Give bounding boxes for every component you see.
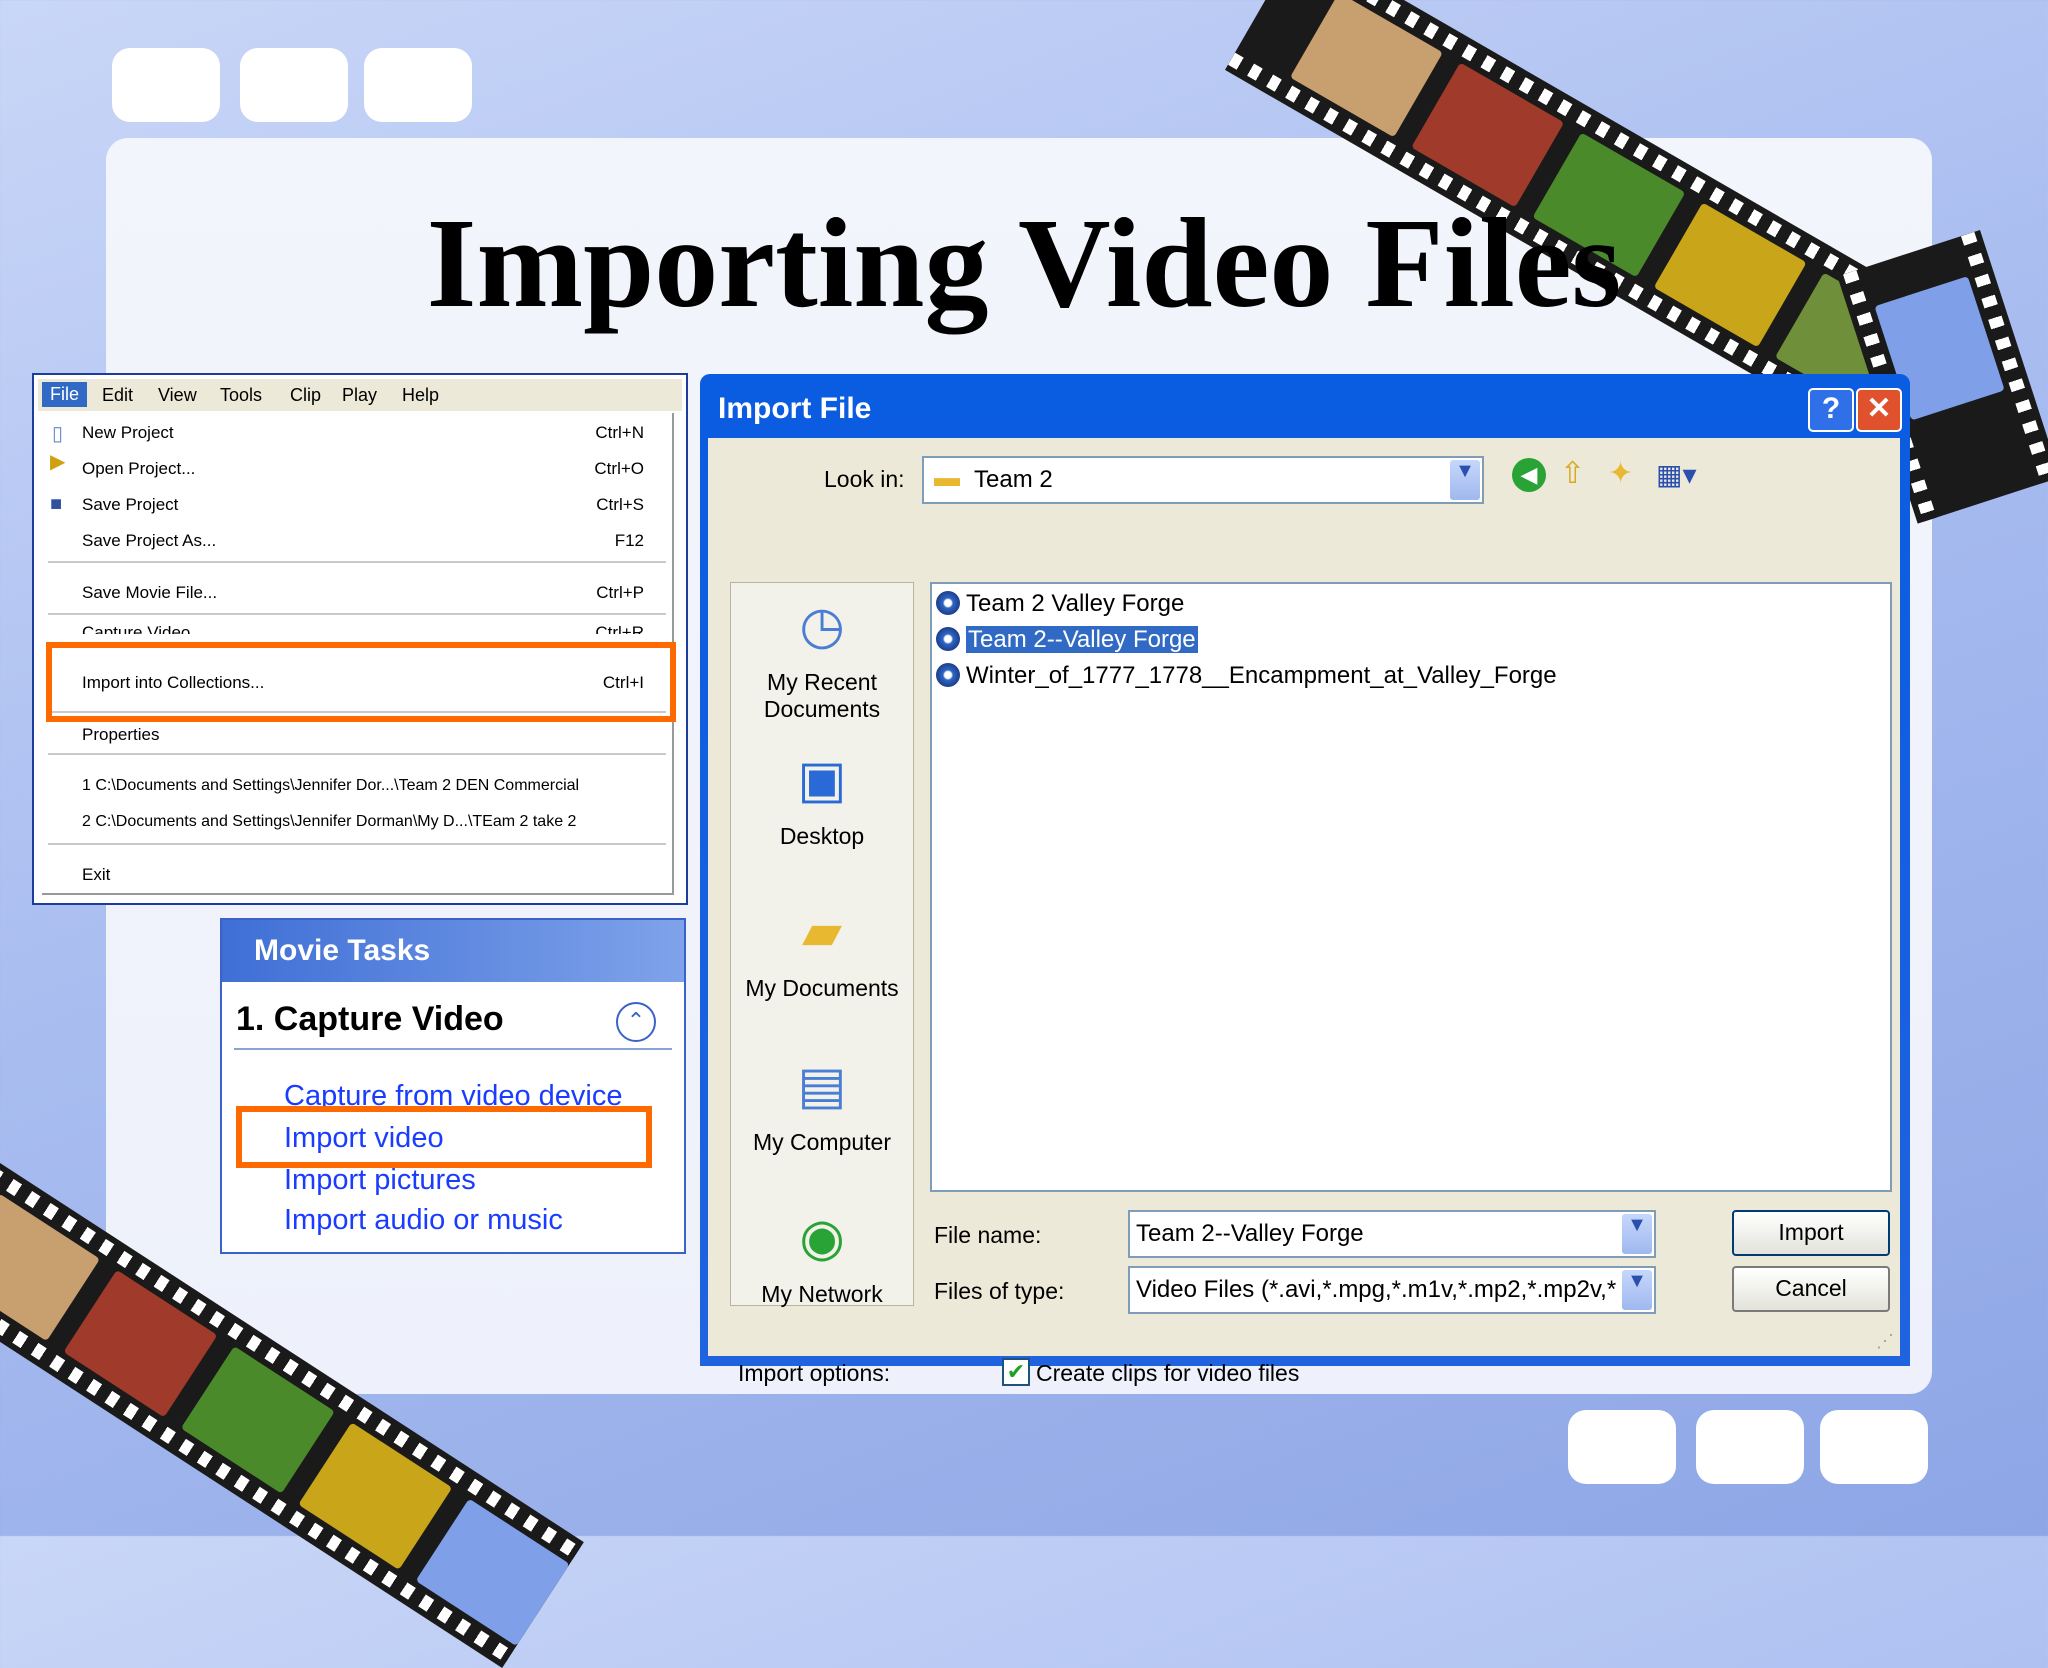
resize-grip-icon[interactable]: ⋰ bbox=[1876, 1331, 1894, 1352]
cancel-button[interactable]: Cancel bbox=[1732, 1266, 1890, 1312]
section-divider bbox=[234, 1048, 672, 1050]
folder-icon: ▬ bbox=[934, 462, 960, 492]
chevron-down-icon[interactable]: ▼ bbox=[1622, 1214, 1652, 1254]
link-import-audio-or-music[interactable]: Import audio or music bbox=[284, 1204, 563, 1237]
movie-tasks-title: Movie Tasks bbox=[254, 934, 431, 967]
menu-item-save-project-as[interactable]: Save Project As... bbox=[82, 531, 216, 551]
import-file-dialog: Import File ? ✕ Look in: ▬ Team 2 ▼ ◀ ⇧ … bbox=[700, 374, 1910, 1386]
my-computer-icon: ▤ bbox=[797, 1057, 847, 1115]
shortcut-capture-video: Ctrl+R bbox=[595, 623, 644, 634]
file-list[interactable]: Team 2 Valley Forge Team 2--Valley Forge… bbox=[930, 582, 1892, 1192]
menubar: File Edit View Tools Clip Play Help bbox=[38, 379, 682, 411]
look-in-value: Team 2 bbox=[974, 466, 1053, 493]
look-in-label: Look in: bbox=[824, 466, 905, 492]
video-file-icon bbox=[936, 663, 960, 687]
shortcut-open-project: Ctrl+O bbox=[594, 459, 644, 478]
menu-item-save-movie-file[interactable]: Save Movie File... bbox=[82, 583, 217, 603]
chevron-down-icon[interactable]: ▼ bbox=[1622, 1270, 1652, 1310]
help-button[interactable]: ? bbox=[1808, 388, 1854, 432]
menu-separator bbox=[48, 843, 666, 845]
new-folder-icon[interactable]: ✦ bbox=[1608, 456, 1633, 491]
dialog-body: Look in: ▬ Team 2 ▼ ◀ ⇧ ✦ ▦▾ ◷ My Recent… bbox=[708, 438, 1900, 1386]
chevron-down-icon[interactable]: ▼ bbox=[1450, 460, 1480, 500]
file-menu-window: File Edit View Tools Clip Play Help ▯ Ne… bbox=[32, 373, 688, 905]
view-menu-icon[interactable]: ▦▾ bbox=[1656, 458, 1697, 491]
menu-help[interactable]: Help bbox=[402, 385, 439, 406]
shortcut-save-project: Ctrl+S bbox=[596, 495, 644, 514]
menu-clip[interactable]: Clip bbox=[290, 385, 321, 406]
top-tile-2 bbox=[240, 48, 348, 122]
menu-separator bbox=[48, 753, 666, 755]
menu-play[interactable]: Play bbox=[342, 385, 377, 406]
places-bar: ◷ My Recent Documents ▣ Desktop ▰ My Doc… bbox=[730, 582, 914, 1308]
highlight-import-into-collections bbox=[46, 642, 676, 722]
file-item[interactable]: Team 2 Valley Forge bbox=[936, 590, 1184, 618]
file-name-input[interactable]: Team 2--Valley Forge ▼ bbox=[1128, 1210, 1656, 1258]
file-item-selected[interactable]: Team 2--Valley Forge bbox=[936, 625, 1199, 654]
my-documents-icon: ▰ bbox=[802, 903, 842, 961]
top-tile-3 bbox=[364, 48, 472, 122]
menu-separator bbox=[48, 613, 666, 615]
open-project-icon: ▶ bbox=[50, 451, 66, 473]
place-my-recent-documents[interactable]: My Recent Documents bbox=[731, 669, 913, 723]
menu-view[interactable]: View bbox=[158, 385, 197, 406]
file-type-value: Video Files (*.avi,*.mpg,*.m1v,*.mp2,*.m… bbox=[1136, 1276, 1616, 1303]
shortcut-save-project-as: F12 bbox=[614, 531, 644, 550]
movie-tasks-header: Movie Tasks bbox=[222, 920, 684, 982]
menu-item-recent-1[interactable]: 1 C:\Documents and Settings\Jennifer Dor… bbox=[82, 777, 579, 795]
shortcut-save-movie-file: Ctrl+P bbox=[596, 583, 644, 602]
file-name-value: Team 2--Valley Forge bbox=[1136, 1220, 1364, 1247]
capture-video-section-title: 1. Capture Video bbox=[236, 1000, 504, 1038]
menu-item-save-project[interactable]: Save Project bbox=[82, 495, 178, 515]
dialog-title: Import File bbox=[718, 392, 872, 425]
file-name-label: File name: bbox=[934, 1222, 1042, 1248]
place-desktop[interactable]: Desktop bbox=[731, 823, 913, 850]
file-item[interactable]: Winter_of_1777_1778__Encampment_at_Valle… bbox=[936, 662, 1557, 690]
up-folder-icon[interactable]: ⇧ bbox=[1560, 456, 1585, 491]
save-project-icon: ■ bbox=[50, 493, 63, 515]
bottom-tile-1 bbox=[1568, 1410, 1676, 1484]
place-my-computer[interactable]: My Computer bbox=[731, 1129, 913, 1156]
bottom-tile-3 bbox=[1820, 1410, 1928, 1484]
close-button[interactable]: ✕ bbox=[1856, 388, 1902, 432]
menu-tools[interactable]: Tools bbox=[220, 385, 262, 406]
menu-item-recent-2[interactable]: 2 C:\Documents and Settings\Jennifer Dor… bbox=[82, 813, 576, 831]
slide-title: Importing Video Files bbox=[426, 192, 1622, 334]
my-network-icon: ◉ bbox=[799, 1209, 845, 1267]
menu-item-capture-video[interactable]: Capture Video... bbox=[82, 623, 205, 634]
recent-documents-icon: ◷ bbox=[799, 597, 845, 655]
collapse-chevron-icon[interactable]: ⌃ bbox=[616, 1002, 656, 1042]
bottom-tile-2 bbox=[1696, 1410, 1804, 1484]
menu-edit[interactable]: Edit bbox=[102, 385, 133, 406]
file-type-dropdown[interactable]: Video Files (*.avi,*.mpg,*.m1v,*.mp2,*.m… bbox=[1128, 1266, 1656, 1314]
place-my-documents[interactable]: My Documents bbox=[731, 975, 913, 1002]
menu-file[interactable]: File bbox=[42, 382, 88, 407]
menu-item-properties[interactable]: Properties bbox=[82, 725, 159, 745]
desktop-icon: ▣ bbox=[797, 751, 847, 809]
menu-item-new-project[interactable]: New Project bbox=[82, 423, 174, 443]
video-file-icon bbox=[936, 591, 960, 615]
file-type-label: Files of type: bbox=[934, 1278, 1065, 1304]
top-tile-1 bbox=[112, 48, 220, 122]
create-clips-checkbox[interactable]: ✔ bbox=[1002, 1358, 1030, 1386]
create-clips-label[interactable]: Create clips for video files bbox=[1036, 1360, 1299, 1387]
menu-separator bbox=[48, 561, 666, 563]
new-project-icon: ▯ bbox=[52, 423, 64, 445]
place-my-network[interactable]: My Network bbox=[731, 1281, 913, 1308]
look-in-dropdown[interactable]: ▬ Team 2 ▼ bbox=[922, 456, 1484, 504]
menu-item-exit[interactable]: Exit bbox=[82, 865, 110, 885]
video-file-icon bbox=[936, 627, 960, 651]
back-icon[interactable]: ◀ bbox=[1512, 458, 1546, 492]
link-import-pictures[interactable]: Import pictures bbox=[284, 1164, 476, 1197]
shortcut-new-project: Ctrl+N bbox=[595, 423, 644, 442]
import-button[interactable]: Import bbox=[1732, 1210, 1890, 1256]
import-options-label: Import options: bbox=[738, 1360, 891, 1386]
movie-tasks-pane: Movie Tasks 1. Capture Video ⌃ Capture f… bbox=[220, 918, 686, 1254]
menu-item-open-project[interactable]: Open Project... bbox=[82, 459, 195, 479]
highlight-import-video bbox=[236, 1106, 652, 1168]
